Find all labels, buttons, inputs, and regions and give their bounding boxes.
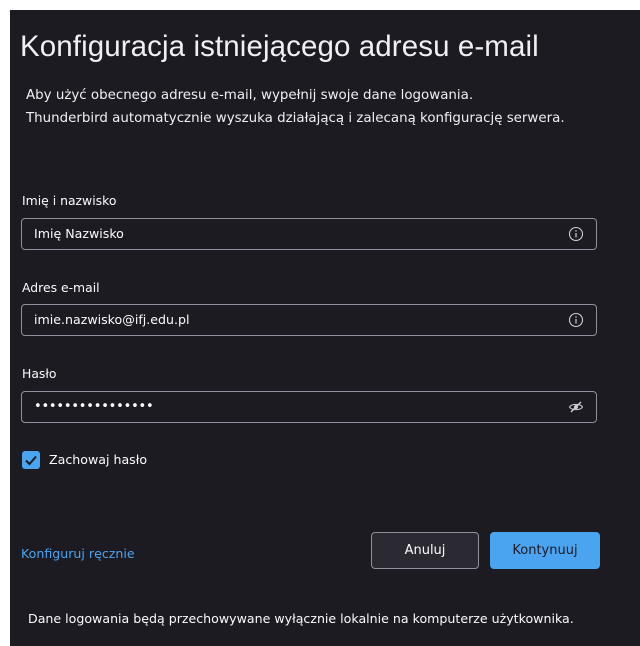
password-value: •••••••••••••••• [34, 399, 154, 414]
remember-password-label[interactable]: Zachowaj hasło [49, 452, 147, 467]
eye-slash-icon[interactable] [568, 399, 584, 415]
info-icon[interactable] [568, 312, 584, 328]
email-label: Adres e-mail [22, 280, 100, 295]
name-label: Imię i nazwisko [22, 193, 117, 208]
email-field[interactable]: imie.nazwisko@ifj.edu.pl [21, 304, 597, 336]
description-line-1: Aby użyć obecnego adresu e-mail, wypełni… [26, 88, 474, 103]
footer-note: Dane logowania będą przechowywane wyłącz… [28, 611, 574, 626]
name-value: Imię Nazwisko [34, 226, 124, 241]
page-title: Konfiguracja istniejącego adresu e-mail [20, 30, 539, 63]
dialog-description: Aby użyć obecnego adresu e-mail, wypełni… [26, 84, 640, 130]
cancel-button[interactable]: Anuluj [371, 532, 479, 569]
remember-password-checkbox[interactable] [22, 451, 40, 469]
password-field[interactable]: •••••••••••••••• [21, 391, 597, 423]
info-icon[interactable] [568, 226, 584, 242]
account-setup-dialog: Konfiguracja istniejącego adresu e-mail … [10, 10, 640, 646]
manual-config-link[interactable]: Konfiguruj ręcznie [21, 546, 135, 561]
description-line-2: Thunderbird automatycznie wyszuka działa… [26, 111, 565, 126]
password-label: Hasło [22, 366, 57, 381]
checkmark-icon [25, 455, 37, 466]
email-value: imie.nazwisko@ifj.edu.pl [34, 312, 190, 327]
continue-button[interactable]: Kontynuuj [490, 532, 600, 569]
name-field[interactable]: Imię Nazwisko [21, 218, 597, 250]
